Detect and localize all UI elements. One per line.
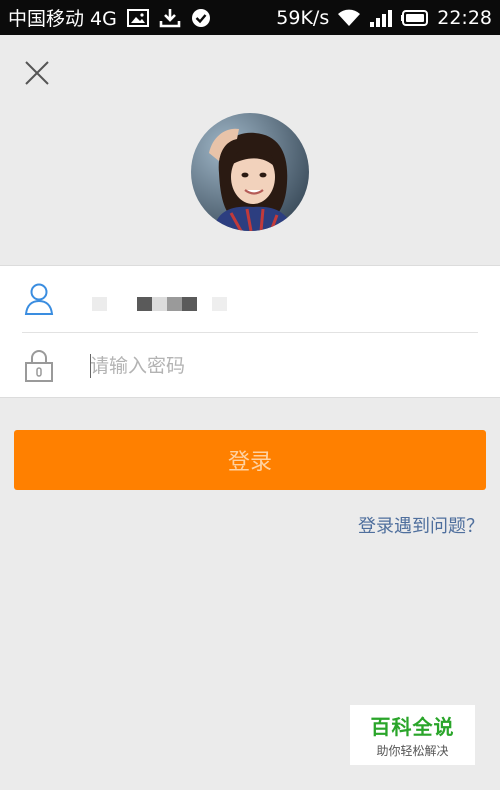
check-circle-icon — [191, 8, 211, 28]
battery-icon — [401, 9, 429, 26]
close-icon — [25, 61, 49, 85]
lock-icon — [22, 347, 56, 383]
login-help-link[interactable]: 登录遇到问题？ — [358, 512, 484, 538]
login-form — [0, 265, 500, 398]
close-button[interactable] — [20, 56, 54, 90]
password-input[interactable] — [90, 350, 470, 382]
clock: 22:28 — [437, 6, 492, 29]
username-row[interactable] — [0, 266, 500, 332]
carrier-label: 中国移动 4G — [8, 8, 117, 30]
watermark-title: 百科全说 — [370, 715, 455, 739]
signal-icon — [369, 9, 393, 27]
username-value-masked[interactable] — [92, 297, 227, 311]
user-icon — [22, 281, 56, 317]
watermark-subtitle: 助你轻松解决 — [376, 744, 449, 758]
status-bar: 中国移动 4G 59K/s 22:28 — [0, 0, 500, 35]
login-button[interactable]: 登录 — [14, 430, 486, 490]
wifi-icon — [337, 9, 361, 27]
image-icon — [126, 8, 149, 27]
download-icon — [159, 8, 181, 28]
avatar — [191, 113, 309, 231]
password-row[interactable] — [0, 332, 500, 398]
network-speed: 59K/s — [276, 6, 330, 29]
watermark-logo: 百科全说 助你轻松解决 — [350, 705, 475, 765]
text-caret — [90, 354, 91, 378]
